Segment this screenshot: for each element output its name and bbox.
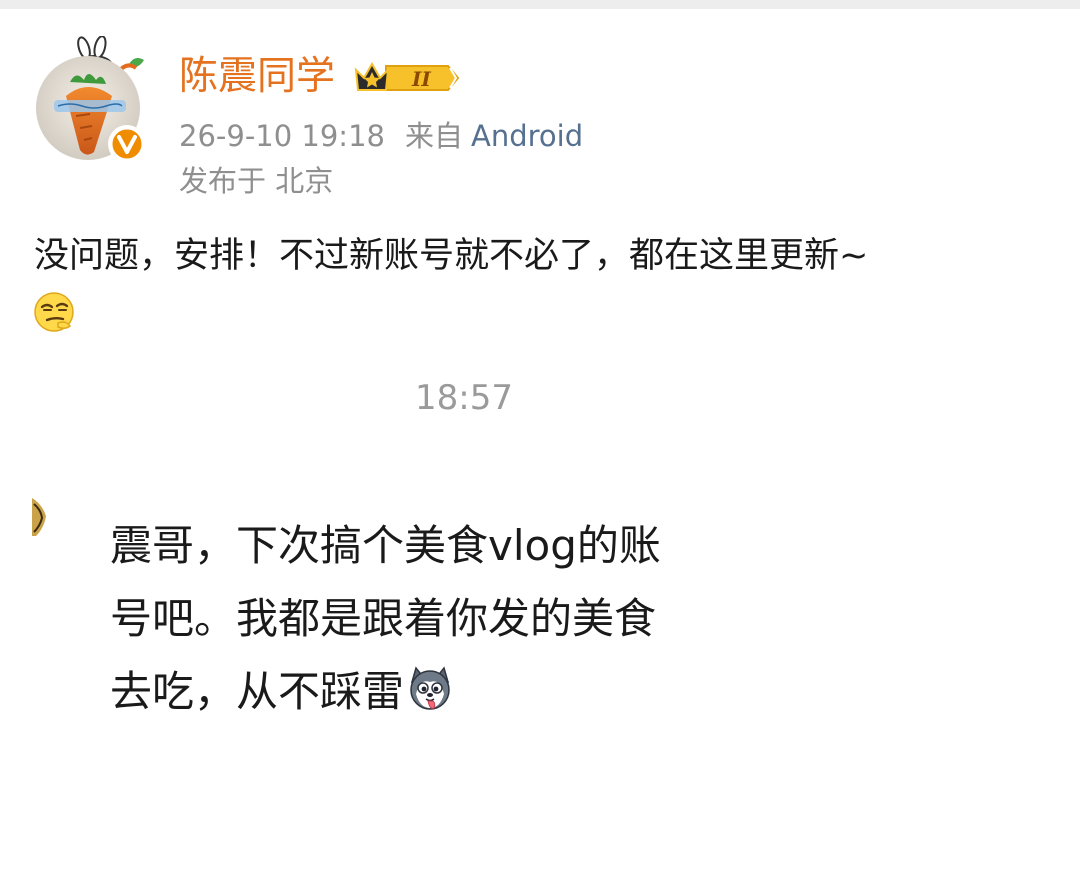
source-label: 来自: [404, 119, 463, 153]
verified-badge-icon: [108, 125, 146, 163]
chat-message-line-1: 震哥，下次搞个美食vlog的账: [110, 521, 661, 570]
user-name[interactable]: 陈震同学: [179, 52, 335, 102]
post-text: 没问题，安排！不过新账号就不必了，都在这里更新~: [34, 236, 869, 276]
husky-emoji-icon: [410, 666, 450, 710]
user-avatar[interactable]: [36, 36, 148, 163]
post-location: 发布于 北京: [179, 164, 334, 198]
post-timestamp: 26-9-10 19:18: [179, 119, 385, 153]
post-meta: 26-9-10 19:18 来自 Android: [179, 116, 583, 156]
source-app-link[interactable]: Android: [471, 119, 583, 153]
chat-message-bubble: 震哥，下次搞个美食vlog的账 号吧。我都是跟着你发的美食 去吃，从不踩雷: [110, 509, 770, 728]
chat-avatar-icon[interactable]: [32, 494, 48, 540]
chat-message-line-3-text: 去吃，从不踩雷: [110, 667, 405, 716]
vip-level-badge-icon[interactable]: II: [352, 58, 460, 98]
vip-level-text: II: [411, 67, 431, 91]
chat-timestamp: 18:57: [415, 378, 513, 418]
chat-message-line-3: 去吃，从不踩雷: [110, 655, 770, 728]
chat-message-line-2: 号吧。我都是跟着你发的美食: [110, 594, 657, 643]
top-divider-strip: [0, 0, 1080, 9]
smirk-emoji-icon: [34, 292, 74, 332]
